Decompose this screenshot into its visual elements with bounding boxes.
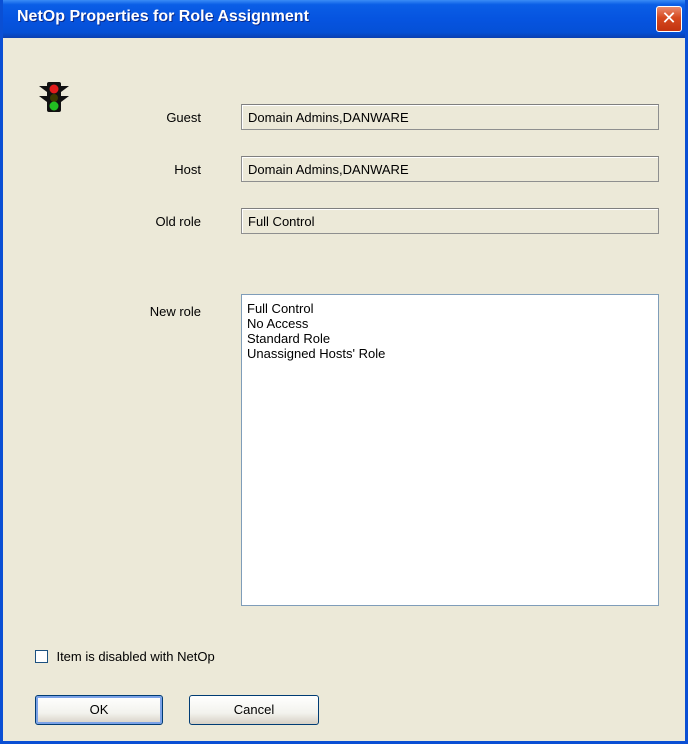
list-item[interactable]: No Access — [247, 316, 653, 331]
close-button[interactable]: ✕ — [656, 6, 682, 32]
cancel-button[interactable]: Cancel — [189, 695, 319, 725]
guest-field: Domain Admins,DANWARE — [241, 104, 659, 130]
host-field: Domain Admins,DANWARE — [241, 156, 659, 182]
window-title: NetOp Properties for Role Assignment — [17, 8, 309, 25]
ok-button[interactable]: OK — [35, 695, 163, 725]
disabled-checkbox-row[interactable]: Item is disabled with NetOp — [35, 648, 215, 666]
list-item[interactable]: Full Control — [247, 301, 653, 316]
title-bar[interactable]: NetOp Properties for Role Assignment ✕ — [3, 0, 685, 38]
traffic-light-icon — [39, 82, 69, 112]
dialog-window: NetOp Properties for Role Assignment ✕ G… — [0, 0, 688, 744]
host-label: Host — [174, 162, 201, 177]
old-role-label: Old role — [155, 214, 201, 229]
list-item[interactable]: Standard Role — [247, 331, 653, 346]
close-icon: ✕ — [661, 8, 677, 28]
list-item[interactable]: Unassigned Hosts' Role — [247, 346, 653, 361]
new-role-listbox[interactable]: Full Control No Access Standard Role Una… — [241, 294, 659, 606]
old-role-field: Full Control — [241, 208, 659, 234]
disabled-checkbox-label[interactable]: Item is disabled with NetOp — [56, 649, 214, 664]
disabled-checkbox[interactable] — [35, 650, 48, 664]
new-role-label: New role — [149, 304, 201, 319]
guest-label: Guest — [166, 110, 201, 125]
